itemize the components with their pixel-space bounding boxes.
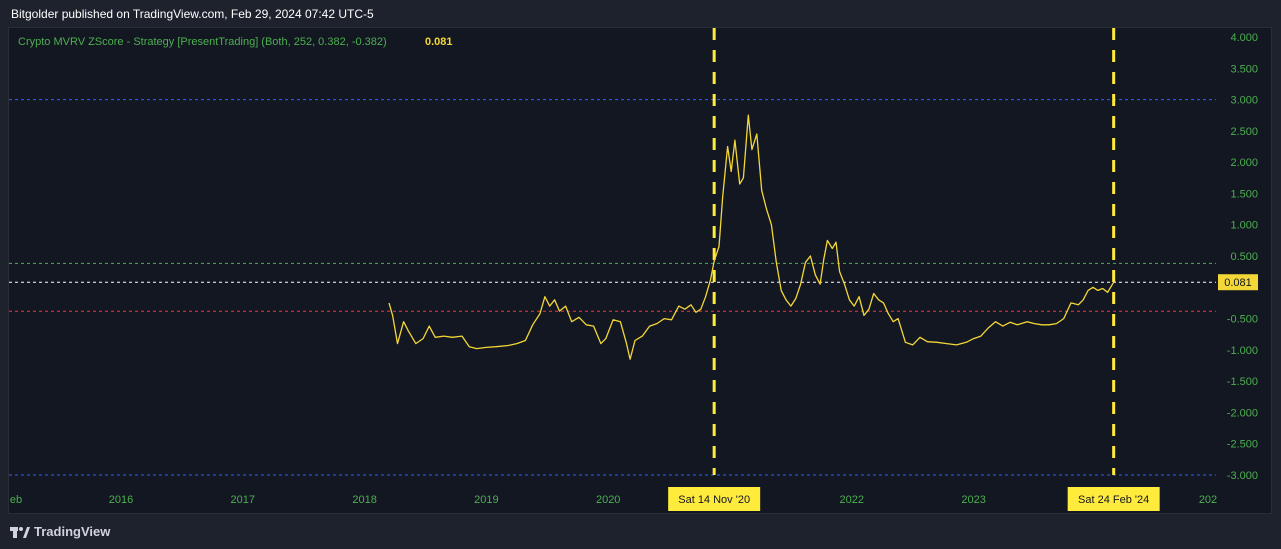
vertical-markers — [712, 28, 1116, 475]
x-tick-label: 2022 — [840, 494, 864, 506]
tradingview-logo-icon — [10, 527, 30, 538]
marker-date-label: Sat 24 Feb '24 — [1078, 494, 1149, 506]
indicator-value: 0.081 — [425, 36, 453, 48]
footer: TradingView — [0, 517, 1281, 549]
x-tick-label: 2019 — [474, 494, 498, 506]
y-tick-label: 3.000 — [1230, 95, 1258, 107]
indicator-label: Crypto MVRV ZScore - Strategy [PresentTr… — [18, 36, 387, 48]
y-tick-label: -1.500 — [1227, 376, 1258, 388]
brand-name[interactable]: TradingView — [34, 524, 110, 539]
y-tick-label: -1.000 — [1227, 345, 1258, 357]
y-tick-label: -2.500 — [1227, 439, 1258, 451]
y-tick-label: 1.500 — [1230, 188, 1258, 200]
x-tick-label: 2018 — [352, 494, 376, 506]
x-tick-label: 202 — [1199, 494, 1217, 506]
y-tick-label: 4.000 — [1230, 32, 1258, 44]
x-tick-label: 2017 — [231, 494, 255, 506]
y-tick-label: 2.500 — [1230, 126, 1258, 138]
last-value-label: 0.081 — [1224, 277, 1252, 289]
y-tick-label: -0.500 — [1227, 314, 1258, 326]
horizontal-levels — [9, 99, 1216, 476]
y-tick-label: -3.000 — [1227, 470, 1258, 482]
series-line-0 — [388, 114, 1115, 360]
x-tick-label: 2023 — [961, 494, 985, 506]
x-tick-label: 2016 — [109, 494, 133, 506]
x-axis[interactable]: eb 2016 2017 2018 2019 2020 2022 2023 202 — [10, 494, 1217, 506]
x-tick-label: eb — [10, 494, 22, 506]
x-tick-label: 2020 — [596, 494, 620, 506]
mvrv-chart[interactable]: 4.000 3.500 3.000 2.500 2.000 1.500 1.000 0.500… — [0, 0, 1281, 549]
y-tick-label: 2.000 — [1230, 157, 1258, 169]
series-group — [388, 114, 1115, 360]
y-tick-label: -2.000 — [1227, 407, 1258, 419]
y-tick-label: 3.500 — [1230, 63, 1258, 75]
y-tick-label: 0.500 — [1230, 251, 1258, 263]
marker-date-label: Sat 14 Nov '20 — [678, 494, 750, 506]
y-axis[interactable]: 4.000 3.500 3.000 2.500 2.000 1.500 1.000 0.500… — [1218, 32, 1258, 482]
marker-labels: Sat 14 Nov '20 Sat 24 Feb '24 — [668, 487, 1160, 511]
y-tick-label: 1.000 — [1230, 220, 1258, 232]
